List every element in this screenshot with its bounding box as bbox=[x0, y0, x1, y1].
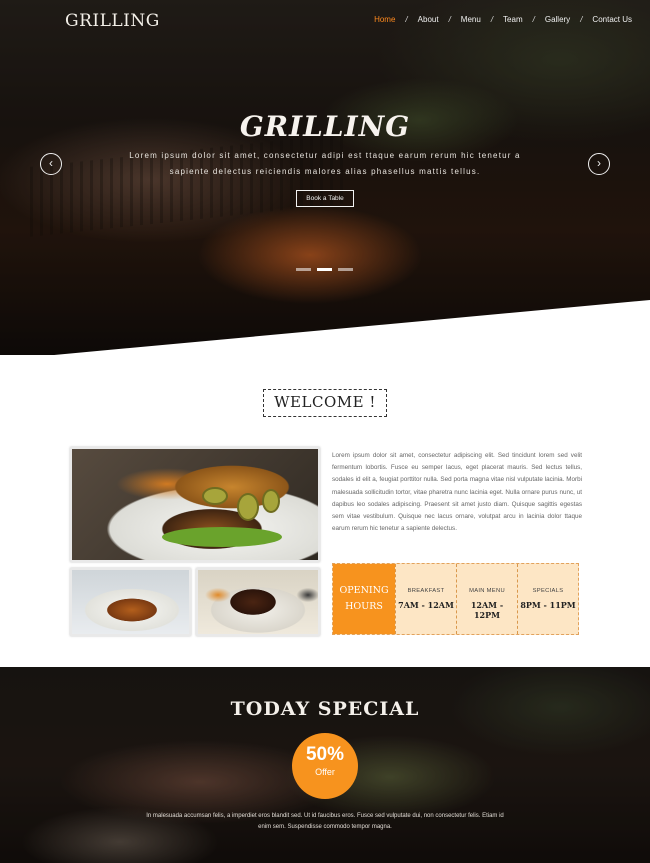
hero-title: GRILLING bbox=[239, 110, 411, 143]
opening-hours-panel: OPENING HOURS BREAKFAST 7AM - 12AM MAIN … bbox=[332, 563, 579, 635]
welcome-title: WELCOME ! bbox=[263, 389, 387, 417]
nav-team[interactable]: Team bbox=[503, 15, 523, 24]
steak-plate-photo bbox=[196, 568, 320, 636]
nav-home[interactable]: Home bbox=[374, 15, 395, 24]
main-nav: Home / About / Menu / Team / Gallery / C… bbox=[374, 15, 632, 24]
nav-separator: / bbox=[532, 15, 535, 24]
slider-dot-3[interactable] bbox=[338, 268, 353, 271]
offer-label: Offer bbox=[315, 767, 335, 777]
offer-percent: 50% bbox=[305, 744, 345, 765]
slider-dot-1[interactable] bbox=[296, 268, 311, 271]
nav-separator: / bbox=[405, 15, 408, 24]
hours-specials: SPECIALS 8PM - 11PM bbox=[517, 564, 578, 634]
nav-menu[interactable]: Menu bbox=[461, 15, 481, 24]
burger-photo bbox=[70, 447, 320, 562]
hero-subtitle: Lorem ipsum dolor sit amet, consectetur … bbox=[129, 151, 521, 176]
book-table-button[interactable]: Book a Table bbox=[296, 190, 354, 207]
today-special-title: TODAY SPECIAL bbox=[230, 698, 420, 720]
hours-breakfast: BREAKFAST 7AM - 12AM bbox=[395, 564, 456, 634]
opening-hours-heading: OPENING HOURS bbox=[333, 564, 395, 634]
nav-separator: / bbox=[448, 15, 451, 24]
hero-slider: GRILLING Home / About / Menu / Team / Ga… bbox=[0, 0, 650, 355]
brand-logo[interactable]: GRILLING bbox=[65, 11, 160, 31]
special-description: In malesuada accumsan felis, a imperdiet… bbox=[146, 813, 504, 830]
offer-badge: 50% Offer bbox=[292, 733, 358, 799]
prev-slide-arrow-icon[interactable]: ‹ bbox=[40, 153, 62, 175]
chicken-plate-photo bbox=[70, 568, 191, 636]
nav-contact-us[interactable]: Contact Us bbox=[592, 15, 632, 24]
next-slide-arrow-icon[interactable]: › bbox=[588, 153, 610, 175]
nav-separator: / bbox=[490, 15, 494, 24]
nav-gallery[interactable]: Gallery bbox=[545, 15, 570, 24]
welcome-description: Lorem ipsum dolor sit amet, consectetur … bbox=[332, 452, 582, 533]
hours-main-menu: MAIN MENU 12AM - 12PM bbox=[456, 564, 517, 634]
nav-separator: / bbox=[580, 15, 583, 24]
nav-about[interactable]: About bbox=[418, 15, 439, 24]
slider-dots bbox=[296, 268, 353, 271]
slider-dot-2[interactable] bbox=[317, 268, 332, 271]
page: GRILLING Home / About / Menu / Team / Ga… bbox=[0, 0, 650, 863]
today-special-section: TODAY SPECIAL 50% Offer In malesuada acc… bbox=[0, 667, 650, 863]
